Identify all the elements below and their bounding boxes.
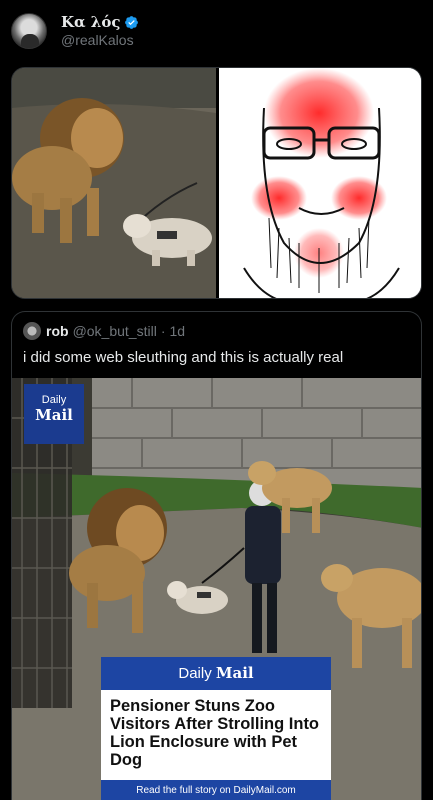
read-more-footer[interactable]: Read the full story on DailyMail.com [101, 780, 331, 800]
quote-author-name: rob [46, 323, 69, 339]
quote-media-image[interactable]: Daily Mail Daily Mail Pensioner Stuns Zo… [12, 378, 421, 800]
daily-mail-logo: Daily Mail [24, 384, 84, 444]
quote-author-handle: @ok_but_still [72, 323, 157, 339]
author-avatar[interactable] [11, 13, 47, 49]
author-display-name[interactable]: Κα λός [61, 14, 139, 31]
news-headline: Pensioner Stuns Zoo Visitors After Strol… [110, 697, 320, 770]
quote-timestamp: 1d [169, 323, 186, 339]
verified-badge-icon [125, 16, 139, 30]
lion-dog-illustration [12, 68, 216, 298]
author-handle[interactable]: @realKalos [61, 32, 139, 48]
quote-header: rob @ok_but_still · 1d [23, 322, 185, 340]
quote-author-avatar [23, 322, 41, 340]
separator-dot: · [160, 323, 166, 339]
news-headline-card[interactable]: Daily Mail Pensioner Stuns Zoo Visitors … [101, 657, 331, 800]
card-brand-light: Daily [178, 665, 212, 682]
card-brand-bar: Daily Mail [101, 657, 331, 690]
logo-daily-text: Daily [41, 394, 67, 406]
quote-body-text: i did some web sleuthing and this is act… [23, 349, 344, 366]
author-info: Κα λός @realKalos [61, 14, 139, 48]
logo-mail-text: Mail [35, 406, 73, 424]
blushing-face-illustration [219, 68, 421, 298]
card-brand-bold: Mail [215, 664, 254, 682]
tweet-header: Κα λός @realKalos [11, 10, 139, 52]
lion-dog-photo[interactable] [12, 68, 216, 298]
soyjak-meme-image[interactable] [219, 68, 421, 298]
quoted-tweet[interactable]: rob @ok_but_still · 1d i did some web sl… [11, 311, 422, 800]
tweet-media-grid [11, 67, 422, 299]
display-name-text[interactable]: Κα λός [61, 14, 120, 32]
